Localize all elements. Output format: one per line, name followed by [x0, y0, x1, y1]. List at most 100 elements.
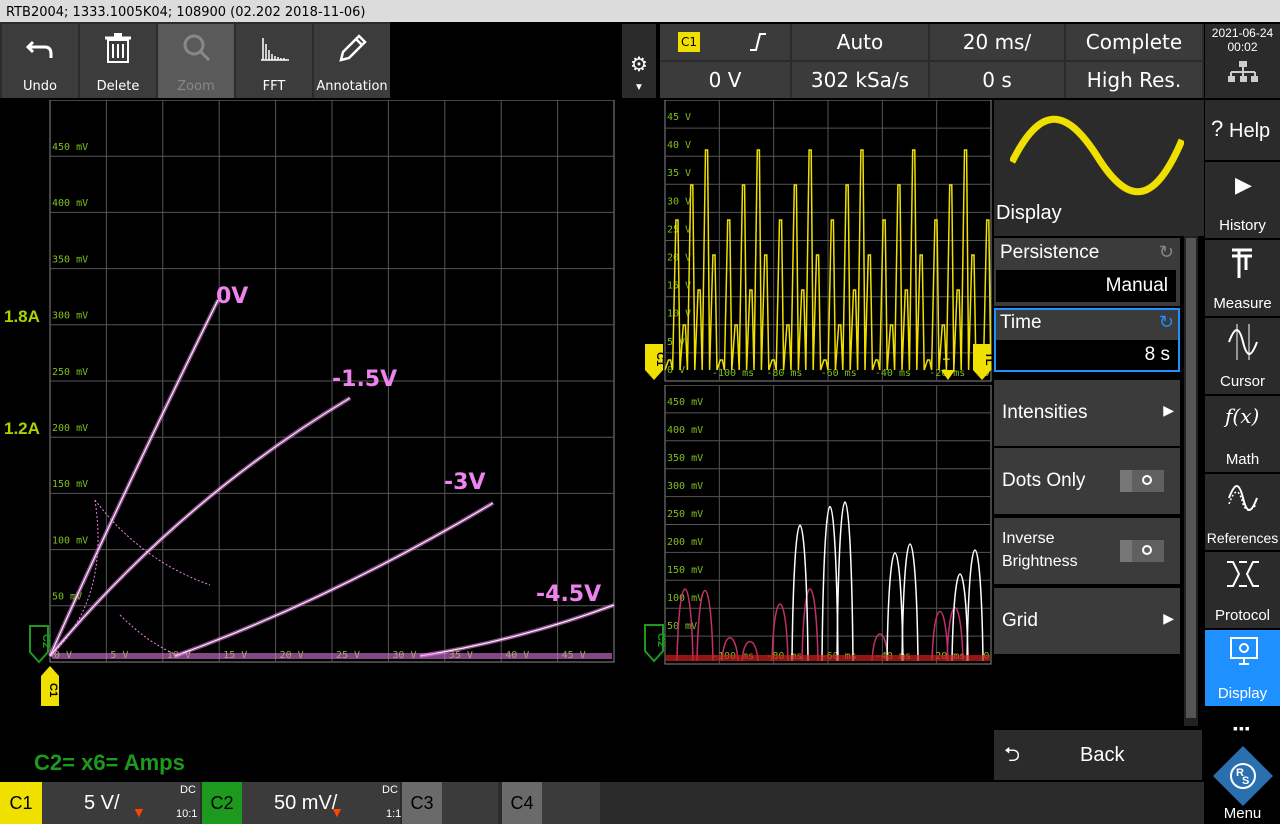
menu-scrollbar[interactable]	[1184, 236, 1198, 726]
xy-y-tick: 350 mV	[52, 254, 88, 265]
fft-button[interactable]: FFT	[236, 24, 312, 98]
network-icon	[1227, 61, 1258, 82]
c2-bottom-marker[interactable]: C2	[644, 624, 667, 663]
c2-marker[interactable]: C2	[29, 625, 52, 664]
zoom-button[interactable]: Zoom	[158, 24, 234, 98]
chevron-right-icon: ▶	[1163, 402, 1174, 418]
grid-setting[interactable]: Grid ▶	[994, 588, 1180, 654]
delete-button[interactable]: Delete	[80, 24, 156, 98]
menu-button[interactable]: ▪▪▪ R S Menu	[1205, 710, 1280, 824]
undo-label: Undo	[23, 79, 57, 94]
settings-button[interactable]: ⚙ ▼	[622, 24, 656, 98]
protocol-button[interactable]: Protocol	[1205, 552, 1280, 628]
trigger-mode[interactable]: Auto	[792, 24, 928, 60]
yt-top-x-tick: -100 ms	[712, 368, 754, 379]
c2-probe: 1:1	[386, 808, 402, 820]
protocol-icon	[1227, 561, 1259, 587]
rising-edge-icon	[750, 33, 766, 51]
history-button[interactable]: ▶ History	[1205, 162, 1280, 238]
back-button[interactable]: ⮌ Back	[994, 730, 1202, 780]
acquisition-mode[interactable]: High Res.	[1066, 62, 1202, 98]
time-value-text: 8 s	[1144, 344, 1170, 365]
annotation-button[interactable]: Annotation	[314, 24, 390, 98]
label-3v: -3V	[444, 470, 485, 495]
dots-only-toggle[interactable]	[1120, 470, 1164, 492]
c1-coupling: DC	[180, 784, 196, 796]
cursor-label: Cursor	[1219, 373, 1265, 390]
channel-c2[interactable]: C2 50 mV/ ▼ DC 1:1	[202, 782, 402, 824]
display-label: Display	[1217, 685, 1268, 702]
undo-button[interactable]: Undo	[2, 24, 78, 98]
references-label: References	[1206, 530, 1279, 546]
channel-c3[interactable]: C3	[402, 782, 498, 824]
svg-text:TL: TL	[983, 352, 992, 366]
trigger-level[interactable]: 0 V	[660, 62, 790, 98]
sine-wave-icon	[1010, 115, 1184, 196]
persistence-setting[interactable]: Persistence ↻ Manual	[994, 238, 1180, 306]
references-icon	[1228, 485, 1258, 511]
label-4-5v: -4.5V	[536, 582, 601, 607]
scale-note: C2= x6= Amps	[34, 750, 185, 775]
xy-y-tick: 450 mV	[52, 142, 88, 153]
yt-bottom-plot[interactable]: 450 mV 400 mV 350 mV 300 mV 250 mV 200 mV 150 …	[640, 385, 992, 667]
scrollbar-thumb[interactable]	[1186, 238, 1196, 718]
time-setting[interactable]: Time ↻ 8 s	[994, 308, 1180, 372]
protocol-label: Protocol	[1214, 607, 1271, 624]
clock: 2021-06-24 00:02	[1205, 24, 1280, 98]
yt-top-y-tick: 35 V	[667, 168, 691, 179]
reset-icon[interactable]: ↻	[1159, 312, 1174, 333]
math-button[interactable]: f(x) Math	[1205, 396, 1280, 472]
inverse-brightness-toggle[interactable]	[1120, 540, 1164, 562]
play-icon: ▶	[1235, 172, 1252, 197]
yt-top-plot[interactable]: 45 V40 V35 V30 V25 V20 V15 V10 V5 V0 V -1…	[640, 100, 992, 385]
zoom-label: Zoom	[177, 79, 215, 94]
brightness-label: Brightness	[1002, 553, 1078, 570]
delete-label: Delete	[96, 79, 140, 94]
references-button[interactable]: References	[1205, 474, 1280, 550]
c1-marker[interactable]: C1	[41, 666, 59, 706]
yt-top-y-tick: 30 V	[667, 196, 691, 207]
xy-y-tick: 200 mV	[52, 423, 88, 434]
label-0v: 0V	[216, 284, 248, 309]
persistence-label: Persistence	[1000, 242, 1100, 263]
xy-y-tick: 100 mV	[52, 535, 88, 546]
svg-text:S: S	[1242, 775, 1249, 787]
undo-icon	[25, 40, 53, 58]
cursor-icon	[1228, 324, 1258, 360]
xy-y-tick: 250 mV	[52, 367, 88, 378]
dots-only-setting[interactable]: Dots Only	[994, 448, 1180, 514]
sample-rate[interactable]: 302 kSa/s	[792, 62, 928, 98]
c1-top-marker[interactable]: C1	[645, 344, 666, 380]
yt-top-y-tick: 40 V	[667, 140, 691, 151]
yt-top-x-tick: -60 ms	[821, 368, 857, 379]
help-button[interactable]: ? Help	[1205, 100, 1280, 160]
back-arrow-icon: ⮌	[1004, 744, 1021, 766]
yt-top-y-tick: 45 V	[667, 112, 691, 123]
acquisition-state[interactable]: Complete	[1066, 24, 1202, 60]
timebase[interactable]: 20 ms/	[930, 24, 1064, 60]
c2-scale: 50 mV/	[274, 792, 338, 814]
time-value[interactable]: 8 s	[996, 340, 1178, 370]
chevron-down-icon: ▼	[634, 82, 644, 93]
horizontal-offset[interactable]: 0 s	[930, 62, 1064, 98]
display-button[interactable]: Display	[1205, 630, 1280, 706]
intensities-setting[interactable]: Intensities ▶	[994, 380, 1180, 446]
trigger-source[interactable]: C1	[660, 24, 790, 60]
dots-only-label: Dots Only	[1002, 470, 1086, 491]
label-1-5v: -1.5V	[332, 367, 397, 392]
inverse-brightness-setting[interactable]: Inverse Brightness	[994, 518, 1180, 584]
svg-text:C2: C2	[655, 633, 667, 647]
c2-coupling: DC	[382, 784, 398, 796]
ground-icon: ▼	[132, 804, 146, 820]
cursor-button[interactable]: Cursor	[1205, 318, 1280, 394]
trash-icon	[105, 33, 131, 63]
channel-c1[interactable]: C1 5 V/ ▼ DC 10:1	[0, 782, 200, 824]
date-text: 2021-06-24	[1211, 26, 1274, 40]
xy-plot[interactable]: 450 mV 400 mV 350 mV 300 mV 250 mV 200 mV 150 …	[0, 100, 620, 710]
channel-c4[interactable]: C4	[502, 782, 600, 824]
measure-button[interactable]: Measure	[1205, 240, 1280, 316]
menu-label: Menu	[1223, 805, 1262, 822]
persistence-value[interactable]: Manual	[996, 270, 1176, 302]
reset-icon[interactable]: ↻	[1159, 242, 1174, 263]
gear-icon: ⚙	[630, 54, 648, 76]
